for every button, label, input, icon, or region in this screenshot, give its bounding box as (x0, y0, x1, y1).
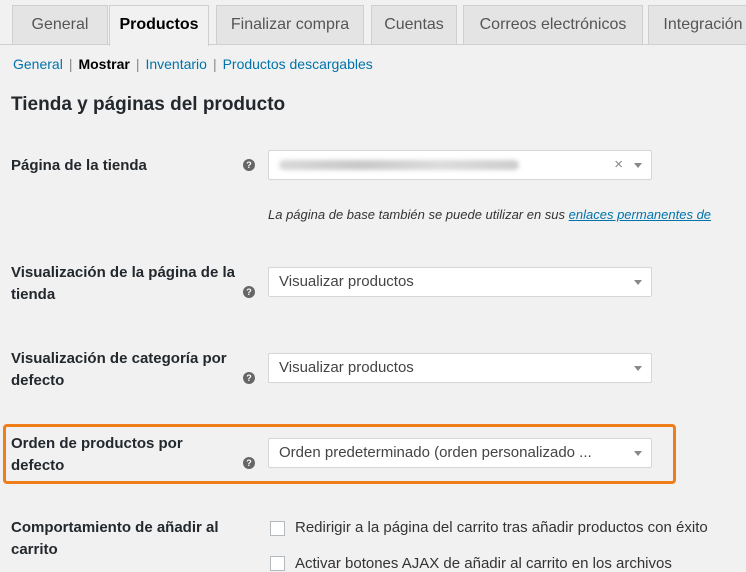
tab-products[interactable]: Productos (109, 5, 209, 46)
tab-integration[interactable]: Integración (648, 5, 746, 44)
subnav-general-link[interactable]: General (13, 56, 63, 72)
default-sorting-select[interactable]: Orden predeterminado (orden personalizad… (268, 438, 652, 468)
shop-display-label: Visualización de la página de la tienda (11, 264, 235, 303)
default-sorting-label: Orden de productos por defecto (11, 435, 183, 474)
clear-icon[interactable]: × (614, 151, 623, 179)
section-title: Tienda y páginas del producto (11, 94, 286, 115)
blurred-page-value (279, 160, 519, 170)
subnav-separator: | (135, 56, 140, 72)
category-display-value: Visualizar productos (279, 359, 414, 376)
help-icon[interactable]: ? (243, 159, 255, 171)
help-icon[interactable]: ? (243, 286, 255, 298)
add-to-cart-label: Comportamiento de añadir al carrito (11, 519, 219, 558)
redirect-cart-label[interactable]: Redirigir a la página del carrito tras a… (295, 519, 708, 536)
shop-display-value: Visualizar productos (279, 273, 414, 290)
subnav-downloadable-link[interactable]: Productos descargables (223, 56, 373, 72)
subnav-display-current: Mostrar (78, 56, 130, 72)
chevron-down-icon (634, 366, 642, 371)
category-display-select[interactable]: Visualizar productos (268, 353, 652, 383)
help-icon[interactable]: ? (243, 457, 255, 469)
permalinks-link[interactable]: enlaces permanentes de (569, 207, 711, 222)
ajax-add-to-cart-label[interactable]: Activar botones AJAX de añadir al carrit… (295, 555, 672, 572)
tab-emails[interactable]: Correos electrónicos (463, 5, 643, 44)
chevron-down-icon (634, 280, 642, 285)
subnav-separator: | (212, 56, 217, 72)
chevron-down-icon (634, 163, 642, 168)
tab-general[interactable]: General (12, 5, 108, 44)
tab-checkout[interactable]: Finalizar compra (216, 5, 364, 44)
chevron-down-icon (634, 451, 642, 456)
shop-page-description: La página de base también se puede utili… (268, 207, 711, 222)
redirect-cart-checkbox[interactable] (270, 521, 285, 536)
tab-accounts[interactable]: Cuentas (371, 5, 457, 44)
subnav: General | Mostrar | Inventario | Productos des… (13, 56, 373, 72)
subnav-separator: | (68, 56, 73, 72)
settings-tabs: General Productos Finalizar compra Cuent… (0, 0, 746, 46)
shop-page-label: Página de la tienda (11, 157, 147, 174)
help-icon[interactable]: ? (243, 372, 255, 384)
shop-page-select[interactable]: × (268, 150, 652, 180)
ajax-add-to-cart-checkbox[interactable] (270, 556, 285, 571)
default-sorting-value: Orden predeterminado (orden personalizad… (279, 444, 592, 461)
description-text: La página de base también se puede utili… (268, 207, 569, 222)
shop-display-select[interactable]: Visualizar productos (268, 267, 652, 297)
subnav-inventory-link[interactable]: Inventario (145, 56, 206, 72)
category-display-label: Visualización de categoría por defecto (11, 350, 227, 389)
